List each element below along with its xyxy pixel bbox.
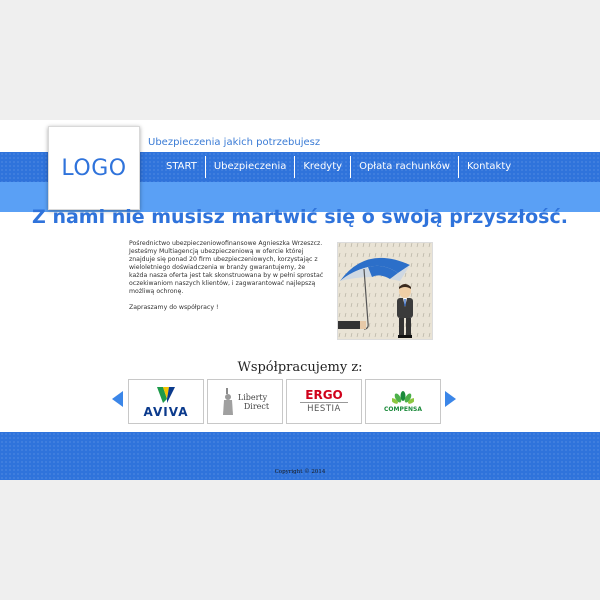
partner-logo-aviva[interactable]: AVIVA [128,379,204,424]
copyright-text: Copyright © 2014 [274,469,326,475]
nav-item-start[interactable]: START [158,156,205,178]
carousel-prev-arrow-icon[interactable] [112,391,123,407]
invitation-text: Zapraszamy do współpracy ! [129,304,219,311]
liberty-logo: Liberty Direct [221,387,269,417]
ergo-hestia-logo: ERGO HESTIA [300,389,348,414]
logo-text: LOGO [61,155,127,181]
about-text: Pośrednictwo ubezpieczeniowofinansowe Ag… [129,240,325,320]
footer: Copyright © 2014 [0,432,600,480]
page-container: Ubezpieczenia jakich potrzebujesz LOGO S… [0,120,600,480]
aviva-mark-icon [156,386,175,403]
nav-item-contact[interactable]: Kontakty [459,156,519,178]
about-paragraph: Pośrednictwo ubezpieczeniowofinansowe Ag… [129,240,324,295]
partner-logo-compensa[interactable]: COMPENSA [365,379,441,424]
compensa-logo: COMPENSA [384,390,422,413]
site-tagline: Ubezpieczenia jakich potrzebujesz [148,137,321,148]
umbrella-illustration-svg [338,243,432,339]
liberty-line2: Direct [243,401,270,411]
aviva-logo: AVIVA [144,385,189,419]
compensa-leaf-icon [392,391,414,404]
ergo-label: ERGO [305,388,343,402]
compensa-label: COMPENSA [384,406,422,413]
statue-of-liberty-icon [222,387,233,415]
carousel-next-arrow-icon[interactable] [445,391,456,407]
aviva-label: AVIVA [143,404,189,419]
partner-logo-liberty-direct[interactable]: Liberty Direct [207,379,283,424]
nav-item-bill-payment[interactable]: Opłata rachunków [351,156,458,178]
ergo-divider [300,402,348,403]
site-logo[interactable]: LOGO [48,126,140,210]
partners-title: Współpracujemy z: [237,360,363,375]
hestia-label: HESTIA [307,404,341,414]
liberty-line1: Liberty [237,392,268,402]
nav-item-loans[interactable]: Kredyty [295,156,350,178]
main-navigation: START Ubezpieczenia Kredyty Opłata rachu… [158,156,519,178]
partner-logo-ergo-hestia[interactable]: ERGO HESTIA [286,379,362,424]
umbrella-businessman-illustration [337,242,433,340]
nav-item-insurance[interactable]: Ubezpieczenia [206,156,295,178]
partners-carousel: AVIVA Liberty Direct ERGO HESTIA COMPENS… [108,379,460,424]
page-headline: Z nami nie musisz martwić się o swoją pr… [32,206,568,228]
